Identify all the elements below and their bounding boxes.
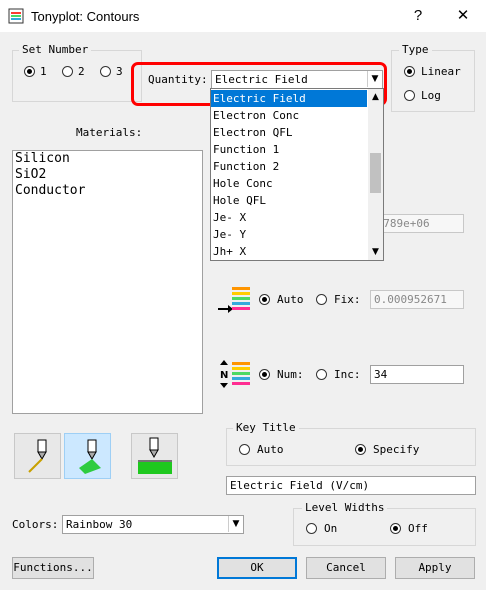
key-title-label: Key Title <box>233 421 299 434</box>
key-title-value: Electric Field (V/cm) <box>230 479 370 492</box>
key-title-input[interactable]: Electric Field (V/cm) <box>226 476 476 495</box>
scroll-up-icon[interactable]: ▲ <box>368 89 383 105</box>
quantity-option[interactable]: Function 1 <box>211 141 367 158</box>
levels-auto-radio[interactable] <box>259 294 270 305</box>
levels-fix-radio[interactable] <box>316 294 327 305</box>
window-title: Tonyplot: Contours <box>31 9 140 24</box>
scroll-thumb[interactable] <box>370 153 381 193</box>
type-radio-linear[interactable] <box>404 66 415 77</box>
set-radio-1-label: 1 <box>40 65 47 78</box>
levels-inc-radio[interactable] <box>316 369 327 380</box>
tool-pen-button[interactable] <box>14 433 61 479</box>
levels-fix-value: 0.000952671 <box>374 293 447 306</box>
levels-fix-input[interactable]: 0.000952671 <box>370 290 464 309</box>
material-item[interactable]: Conductor <box>13 183 202 199</box>
type-label: Type <box>399 43 432 56</box>
type-radio-log[interactable] <box>404 90 415 101</box>
key-title-specify-radio[interactable] <box>355 444 366 455</box>
colors-label: Colors: <box>12 518 59 531</box>
quantity-option[interactable]: Hole QFL <box>211 192 367 209</box>
colors-combo[interactable]: Rainbow 30 <box>62 515 244 534</box>
set-radio-2-label: 2 <box>78 65 85 78</box>
svg-text:N: N <box>220 370 228 381</box>
key-title-auto-label: Auto <box>257 443 284 456</box>
quantity-option[interactable]: Function 2 <box>211 158 367 175</box>
materials-label: Materials: <box>76 126 143 139</box>
levels-fix-label: Fix: <box>334 293 361 306</box>
colors-combo-value: Rainbow 30 <box>66 518 133 531</box>
quantity-option[interactable]: Electron Conc <box>211 107 367 124</box>
palette-auto-icon <box>218 287 250 313</box>
level-widths-on-label: On <box>324 522 338 535</box>
key-title-auto-radio[interactable] <box>239 444 250 455</box>
type-group <box>391 50 475 112</box>
material-item[interactable]: SiO2 <box>13 167 202 183</box>
fill-bar-icon <box>138 437 172 474</box>
set-radio-2[interactable] <box>62 66 73 77</box>
quantity-option[interactable]: Jh+ X <box>211 243 367 260</box>
scroll-down-icon[interactable]: ▼ <box>368 244 383 260</box>
functions-button[interactable]: Functions... <box>12 557 94 579</box>
quantity-option[interactable]: Je- X <box>211 209 367 226</box>
level-widths-label: Level Widths <box>302 501 388 514</box>
tool-fill-bar-button[interactable] <box>131 433 178 479</box>
fill-pen-icon <box>79 439 101 474</box>
levels-inc-label: Inc: <box>334 368 361 381</box>
levels-auto-label: Auto <box>277 293 304 306</box>
set-number-label: Set Number <box>19 43 92 56</box>
palette-num-icon: N <box>220 360 250 388</box>
help-button[interactable]: ? <box>398 0 438 32</box>
colors-chevron-down-icon[interactable]: ▼ <box>228 516 243 532</box>
levels-num-label: Num: <box>277 368 304 381</box>
app-icon <box>8 8 24 24</box>
levels-num-input[interactable]: 34 <box>370 365 464 384</box>
material-item[interactable]: Silicon <box>13 151 202 167</box>
quantity-dropdown[interactable]: Electric Field Electron Conc Electron QF… <box>210 88 384 261</box>
level-widths-off-label: Off <box>408 522 428 535</box>
quantity-option[interactable]: Electric Field <box>211 90 367 107</box>
type-linear-label: Linear <box>421 65 461 78</box>
set-radio-3[interactable] <box>100 66 111 77</box>
levels-num-radio[interactable] <box>259 369 270 380</box>
tool-fill-pen-button[interactable] <box>64 433 111 479</box>
cancel-button[interactable]: Cancel <box>306 557 386 579</box>
quantity-options: Electric Field Electron Conc Electron QF… <box>211 90 367 260</box>
dropdown-scrollbar[interactable]: ▲ ▼ <box>368 89 383 260</box>
level-widths-on-radio[interactable] <box>306 523 317 534</box>
quantity-option[interactable]: Hole Conc <box>211 175 367 192</box>
hidden-value-field: 57789e+06 <box>370 214 464 233</box>
set-radio-1[interactable] <box>24 66 35 77</box>
ok-button[interactable]: OK <box>217 557 297 579</box>
quantity-option[interactable]: Je- Y <box>211 226 367 243</box>
close-button[interactable]: ✕ <box>443 0 483 32</box>
key-title-specify-label: Specify <box>373 443 420 456</box>
levels-num-value: 34 <box>374 368 388 381</box>
set-radio-3-label: 3 <box>116 65 123 78</box>
quantity-option[interactable]: Electron QFL <box>211 124 367 141</box>
type-log-label: Log <box>421 89 441 102</box>
materials-list[interactable]: Silicon SiO2 Conductor <box>12 150 203 414</box>
pen-icon <box>28 439 47 473</box>
level-widths-off-radio[interactable] <box>390 523 401 534</box>
apply-button[interactable]: Apply <box>395 557 475 579</box>
